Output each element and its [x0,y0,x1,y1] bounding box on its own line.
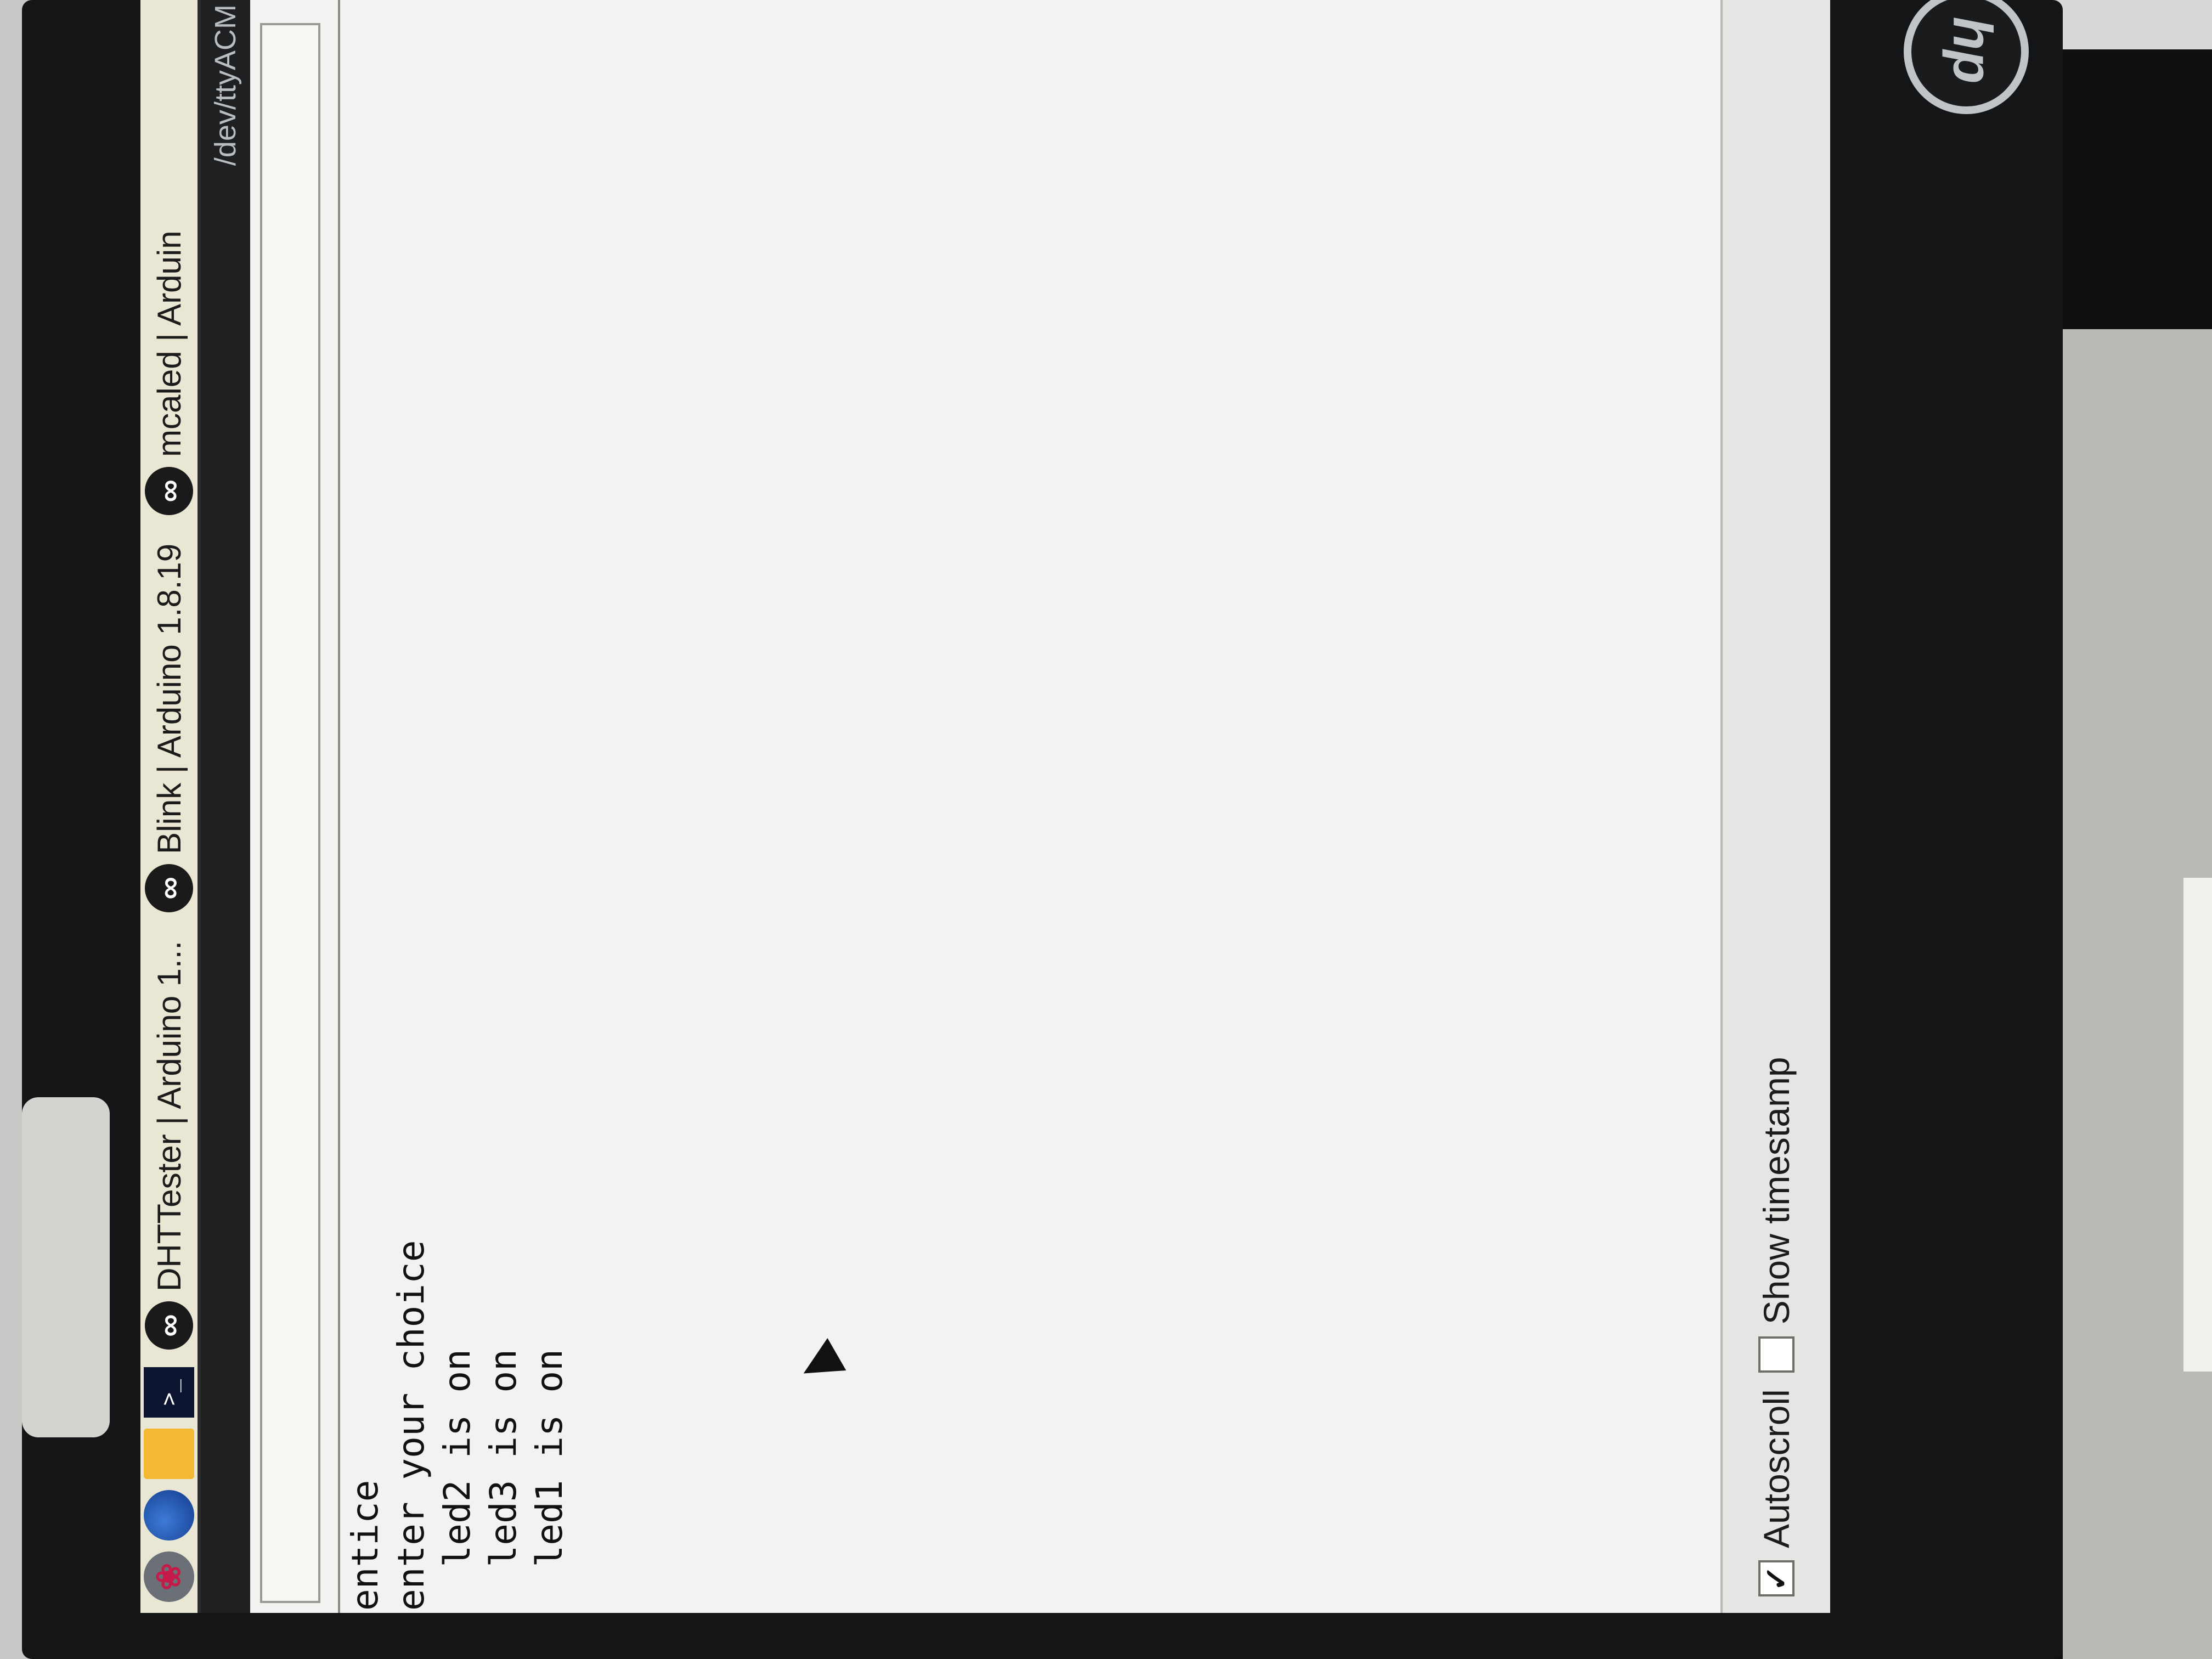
arduino-icon: ∞ [145,466,193,515]
autoscroll-checkbox[interactable]: ✓ [1758,1560,1795,1596]
tape-on-bezel [22,1097,110,1437]
timestamp-label: Show timestamp [1756,1057,1797,1325]
autoscroll-option[interactable]: ✓ Autoscroll [1756,1389,1797,1596]
terminal-icon[interactable]: >_ [144,1367,194,1418]
serial-line: led2 is on [436,1349,478,1611]
window-title-bar: /dev/ttyACM [201,0,250,1613]
serial-line: led1 is on [528,1349,571,1611]
taskbar-item-dhttester[interactable]: ∞ DHTTester | Arduino 1... [143,929,195,1356]
taskbar-item-label: DHTTester | Arduino 1... [150,940,188,1291]
autoscroll-label: Autoscroll [1756,1389,1797,1548]
timestamp-checkbox[interactable] [1758,1336,1795,1373]
raspberry-pi-menu-icon[interactable]: ❀ [144,1551,194,1602]
serial-monitor: entice enter your choice led2 is on led3… [250,0,1830,1613]
serial-options-bar: ✓ Autoscroll Show timestamp [1720,0,1830,1613]
serial-input[interactable] [262,25,318,1601]
monitor-screen: ❀ >_ ∞ DHTTester | Arduino 1... ∞ Blink … [140,0,1830,1613]
file-manager-icon[interactable] [144,1429,194,1479]
window-title: /dev/ttyACM [209,4,242,166]
terminal-glyph: >_ [156,1379,182,1406]
serial-send-field[interactable] [260,23,320,1603]
taskbar-item-label: mcaled | Arduin [150,230,188,457]
taskbar-item-blink[interactable]: ∞ Blink | Arduino 1.8.19 [143,532,195,919]
web-browser-icon[interactable] [144,1490,194,1541]
mouse-cursor-icon [794,1338,847,1390]
serial-line: enter your choice [390,1240,432,1611]
taskbar: ❀ >_ ∞ DHTTester | Arduino 1... ∞ Blink … [140,0,201,1613]
serial-line: led3 is on [482,1349,524,1611]
paper-on-desk [2183,878,2212,1372]
taskbar-item-mcaled[interactable]: ∞ mcaled | Arduin [143,219,195,522]
arduino-icon: ∞ [145,1301,193,1350]
serial-output: entice enter your choice led2 is on led3… [338,0,1720,1613]
taskbar-item-label: Blink | Arduino 1.8.19 [150,543,188,854]
serial-line: entice [344,1480,386,1611]
timestamp-option[interactable]: Show timestamp [1756,1057,1797,1373]
arduino-icon: ∞ [145,864,193,912]
